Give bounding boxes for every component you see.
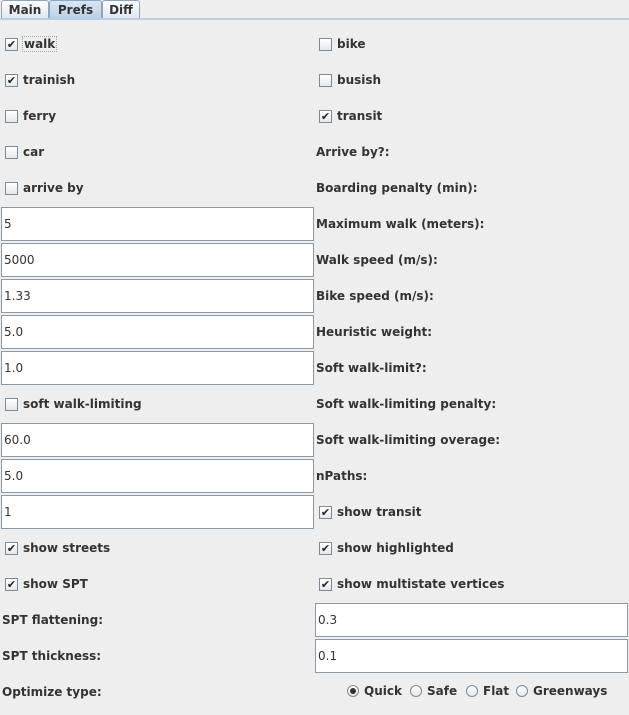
checkmark-icon: ✔: [5, 541, 18, 555]
optimize-quick-label: Quick: [364, 684, 402, 698]
busish-checkbox[interactable]: busish: [319, 71, 381, 89]
spt-flattening-field[interactable]: 0.3: [315, 603, 628, 637]
optimize-type-label: Optimize type:: [2, 685, 102, 699]
heuristic-weight-label: Heuristic weight:: [316, 325, 433, 339]
optimize-safe-label: Safe: [427, 684, 458, 698]
radio-icon: [516, 685, 528, 697]
soft-walk-penalty-label: Soft walk-limiting penalty:: [316, 397, 497, 411]
checkmark-icon: ✔: [319, 505, 332, 519]
walk-checkbox[interactable]: ✔ walk: [5, 35, 58, 53]
bike-checkbox[interactable]: bike: [319, 35, 366, 53]
heuristic-weight-field[interactable]: 1.0: [1, 351, 314, 385]
arrive-by-label: arrive by: [23, 181, 84, 195]
show-spt-label: show SPT: [23, 577, 88, 591]
radio-icon: [410, 685, 422, 697]
checkmark-icon: ✔: [319, 109, 332, 123]
soft-walk-overage-field[interactable]: 5.0: [1, 459, 314, 493]
checkmark-icon: ✔: [5, 73, 18, 87]
optimize-greenways-radio[interactable]: Greenways: [516, 682, 607, 700]
show-multistate-checkbox[interactable]: ✔ show multistate vertices: [319, 575, 504, 593]
tab-main[interactable]: Main: [1, 0, 49, 19]
trainish-checkbox[interactable]: ✔ trainish: [5, 71, 75, 89]
arrive-by-question-label: Arrive by?:: [316, 145, 390, 159]
spt-thickness-label: SPT thickness:: [2, 649, 102, 663]
checkmark-icon: ✔: [319, 541, 332, 555]
show-multistate-label: show multistate vertices: [337, 577, 505, 591]
checkmark-icon: ✔: [5, 577, 18, 591]
optimize-quick-radio[interactable]: Quick: [347, 682, 402, 700]
ferry-label: ferry: [23, 109, 57, 123]
tab-diff[interactable]: Diff: [102, 0, 140, 19]
checkbox-icon: [5, 109, 18, 123]
busish-label: busish: [337, 73, 382, 87]
max-walk-label: Maximum walk (meters):: [316, 217, 485, 231]
show-transit-checkbox[interactable]: ✔ show transit: [319, 503, 421, 521]
npaths-field[interactable]: 1: [1, 495, 314, 529]
soft-walk-overage-label: Soft walk-limiting overage:: [316, 433, 501, 447]
ferry-checkbox[interactable]: ferry: [5, 107, 56, 125]
spt-thickness-field[interactable]: 0.1: [315, 639, 628, 673]
soft-walk-penalty-field[interactable]: 60.0: [1, 423, 314, 457]
bike-speed-field[interactable]: 5.0: [1, 315, 314, 349]
show-highlighted-checkbox[interactable]: ✔ show highlighted: [319, 539, 454, 557]
soft-walk-limit-question-label: Soft walk-limit?:: [316, 361, 427, 375]
bike-label: bike: [337, 37, 366, 51]
soft-walk-limiting-checkbox[interactable]: soft walk-limiting: [5, 395, 142, 413]
car-label: car: [23, 145, 45, 159]
radio-selected-icon: [347, 685, 359, 697]
car-checkbox[interactable]: car: [5, 143, 44, 161]
walk-speed-field[interactable]: 1.33: [1, 279, 314, 313]
optimize-flat-label: Flat: [483, 684, 510, 698]
show-highlighted-label: show highlighted: [337, 541, 454, 555]
optimize-safe-radio[interactable]: Safe: [410, 682, 457, 700]
checkbox-icon: [5, 145, 18, 159]
show-transit-label: show transit: [337, 505, 422, 519]
checkbox-icon: [319, 73, 332, 87]
soft-walk-limiting-label: soft walk-limiting: [23, 397, 142, 411]
boarding-penalty-label: Boarding penalty (min):: [316, 181, 478, 195]
show-streets-label: show streets: [23, 541, 111, 555]
show-streets-checkbox[interactable]: ✔ show streets: [5, 539, 110, 557]
spt-flattening-label: SPT flattening:: [2, 613, 103, 627]
boarding-penalty-field[interactable]: 5: [1, 207, 314, 241]
radio-icon: [466, 685, 478, 697]
max-walk-field[interactable]: 5000: [1, 243, 314, 277]
transit-label: transit: [337, 109, 383, 123]
checkbox-icon: [5, 397, 18, 411]
trainish-label: trainish: [23, 73, 76, 87]
checkbox-icon: [319, 37, 332, 51]
npaths-label: nPaths:: [316, 469, 368, 483]
arrive-by-checkbox[interactable]: arrive by: [5, 179, 84, 197]
checkbox-icon: [5, 181, 18, 195]
optimize-flat-radio[interactable]: Flat: [466, 682, 509, 700]
walk-speed-label: Walk speed (m/s):: [316, 253, 438, 267]
checkmark-icon: ✔: [5, 37, 18, 51]
walk-label: walk: [21, 36, 58, 52]
tab-bar: Main Prefs Diff: [0, 0, 629, 20]
tab-prefs[interactable]: Prefs: [49, 0, 102, 20]
bike-speed-label: Bike speed (m/s):: [316, 289, 434, 303]
transit-checkbox[interactable]: ✔ transit: [319, 107, 382, 125]
checkmark-icon: ✔: [319, 577, 332, 591]
optimize-greenways-label: Greenways: [533, 684, 608, 698]
show-spt-checkbox[interactable]: ✔ show SPT: [5, 575, 88, 593]
